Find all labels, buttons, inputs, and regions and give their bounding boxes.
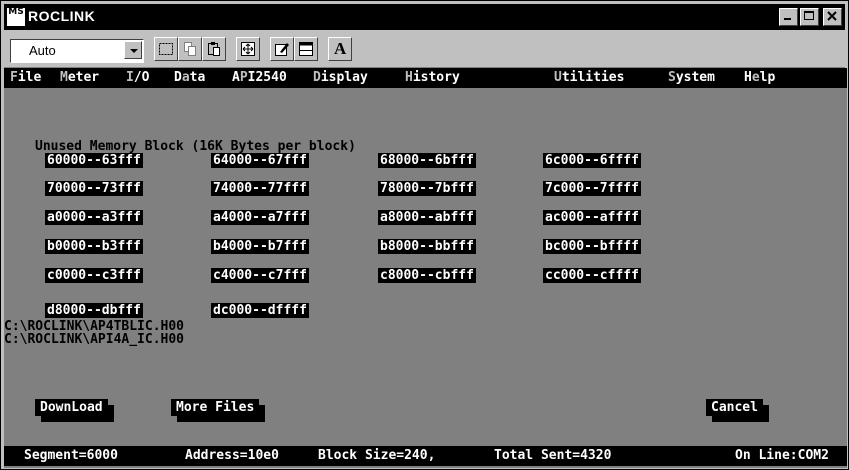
- memory-block-item[interactable]: d8000--dbfff: [45, 303, 143, 318]
- memory-block-item[interactable]: bc000--bffff: [543, 239, 641, 254]
- memory-block-item[interactable]: b0000--b3fff: [45, 239, 143, 254]
- title-bar[interactable]: MS ROCLINK: [4, 4, 845, 30]
- fit-icon: [241, 42, 255, 56]
- window-button[interactable]: [294, 37, 318, 61]
- copy-icon: [184, 42, 196, 56]
- memory-block-item[interactable]: ac000--affff: [543, 210, 641, 225]
- memory-block-item[interactable]: cc000--cffff: [543, 268, 641, 283]
- total-sent-status: Total Sent=4320: [494, 448, 612, 463]
- address-status: Address=10e0: [185, 448, 279, 463]
- fit-button[interactable]: [236, 37, 260, 61]
- memory-block-heading: Unused Memory Block (16K Bytes per block…: [35, 139, 356, 154]
- memory-block-item[interactable]: 7c000--7ffff: [543, 181, 641, 196]
- properties-button[interactable]: [270, 37, 294, 61]
- more-files-button[interactable]: More Files: [171, 399, 266, 422]
- memory-block-item[interactable]: b4000--b7fff: [211, 239, 309, 254]
- close-icon: [827, 11, 837, 21]
- font-icon: A: [334, 39, 347, 58]
- console-screen: File Meter I/O Data API2540 Display Hist…: [4, 68, 847, 468]
- menu-api2540[interactable]: API2540: [232, 70, 287, 85]
- mode-select[interactable]: Auto: [10, 39, 144, 63]
- status-bar: Segment=6000 Address=10e0 Block Size=240…: [4, 446, 847, 466]
- menu-utilities[interactable]: Utilities: [554, 70, 624, 85]
- font-button[interactable]: A: [328, 37, 352, 61]
- close-button[interactable]: [823, 8, 842, 26]
- chevron-down-icon[interactable]: [124, 41, 142, 59]
- memory-block-item[interactable]: 74000--77fff: [211, 181, 309, 196]
- memory-block-item[interactable]: c0000--c3fff: [45, 268, 143, 283]
- memory-block-item[interactable]: a4000--a7fff: [211, 210, 309, 225]
- menu-help[interactable]: Help: [744, 70, 775, 85]
- menu-data[interactable]: Data: [174, 70, 205, 85]
- memory-block-item[interactable]: 64000--67fff: [211, 153, 309, 168]
- memory-block-item[interactable]: 70000--73fff: [45, 181, 143, 196]
- maximize-icon: [804, 11, 814, 20]
- mode-select-value: Auto: [29, 43, 56, 58]
- file-path: C:\ROCLINK\API4A_IC.H00: [4, 332, 185, 347]
- paste-button[interactable]: [202, 37, 226, 61]
- memory-block-item[interactable]: b8000--bbfff: [378, 239, 476, 254]
- menu-history[interactable]: History: [405, 70, 460, 85]
- menu-file[interactable]: File: [10, 70, 41, 85]
- window-icon: [299, 42, 313, 56]
- memory-block-item[interactable]: a8000--abfff: [378, 210, 476, 225]
- window-title: ROCLINK: [28, 8, 96, 24]
- memory-block-item[interactable]: a0000--a3fff: [45, 210, 143, 225]
- maximize-button[interactable]: [800, 8, 819, 26]
- properties-icon: [275, 43, 289, 56]
- memory-block-item[interactable]: 60000--63fff: [45, 153, 143, 168]
- block-size-status: Block Size=240,: [318, 448, 436, 463]
- app-icon[interactable]: MS: [7, 8, 25, 26]
- download-button[interactable]: DownLoad: [35, 399, 114, 422]
- menu-io[interactable]: I/O: [126, 70, 149, 85]
- cancel-button[interactable]: Cancel: [706, 399, 769, 422]
- paste-icon: [208, 42, 220, 56]
- segment-status: Segment=6000: [24, 448, 118, 463]
- memory-block-item[interactable]: c4000--c7fff: [211, 268, 309, 283]
- memory-block-item[interactable]: 6c000--6ffff: [543, 153, 641, 168]
- menu-bar: File Meter I/O Data API2540 Display Hist…: [4, 68, 847, 88]
- toolbar: Auto A: [4, 33, 845, 68]
- minimize-button[interactable]: [779, 8, 798, 26]
- copy-button[interactable]: [178, 37, 202, 61]
- minimize-icon: [784, 18, 791, 20]
- select-icon: [159, 43, 173, 55]
- memory-block-item[interactable]: 78000--7bfff: [378, 181, 476, 196]
- menu-meter[interactable]: Meter: [60, 70, 99, 85]
- memory-block-item[interactable]: dc000--dffff: [211, 303, 309, 318]
- connection-status: On Line:COM2: [735, 448, 829, 463]
- app-window: MS ROCLINK Auto A File Meter I/O Data AP…: [0, 0, 849, 470]
- select-button[interactable]: [154, 37, 178, 61]
- memory-block-item[interactable]: c8000--cbfff: [378, 268, 476, 283]
- memory-block-item[interactable]: 68000--6bfff: [378, 153, 476, 168]
- menu-system[interactable]: System: [668, 70, 715, 85]
- menu-display[interactable]: Display: [313, 70, 368, 85]
